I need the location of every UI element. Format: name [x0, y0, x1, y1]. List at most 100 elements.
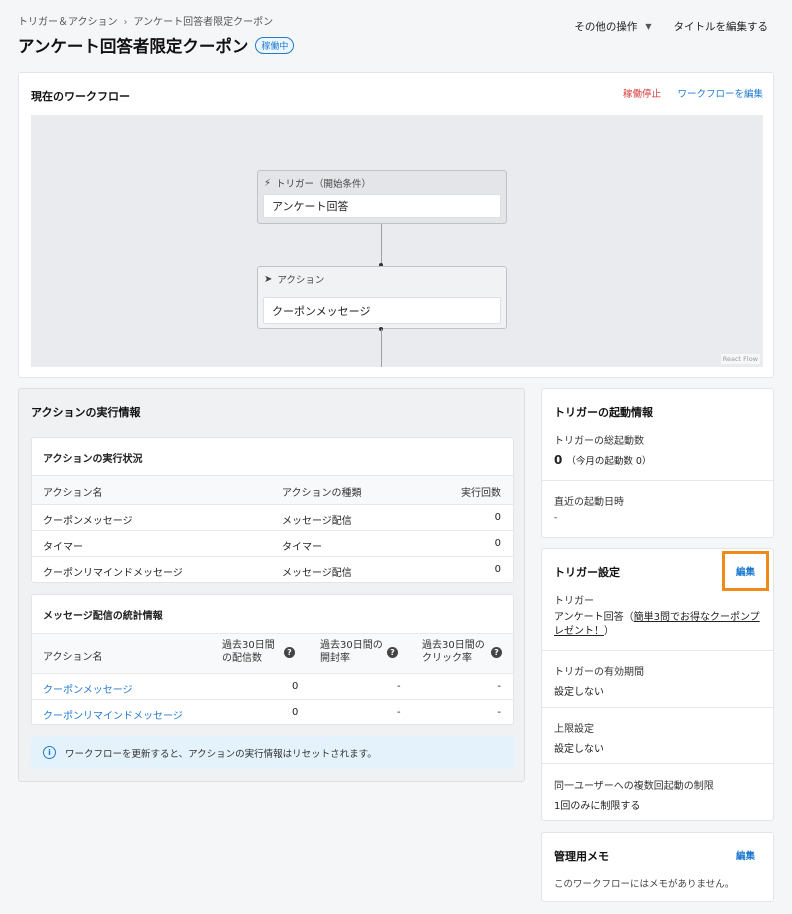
reset-notice-text: ワークフローを更新すると、アクションの実行情報はリセットされます。 — [65, 748, 377, 760]
action-node-header: ➤ アクション — [264, 272, 325, 287]
page-title-text: アンケート回答者限定クーポン — [18, 37, 249, 56]
cell-action-type: メッセージ配信 — [282, 516, 352, 527]
workflow-canvas[interactable]: ⚡ トリガー（開始条件） アンケート回答 ➤ アクション クーポンメッセージ R… — [31, 115, 763, 367]
memo-title: 管理用メモ — [554, 850, 609, 863]
trigger-node-value: アンケート回答 — [263, 194, 501, 218]
table-header-row: アクション名 アクションの種類 実行回数 — [32, 475, 513, 504]
divider — [542, 650, 773, 651]
workflow-card: 現在のワークフロー 稼働停止 ワークフローを編集 ⚡ トリガー（開始条件） アン… — [18, 72, 774, 378]
divider — [542, 480, 773, 481]
cell-action-type: タイマー — [282, 542, 322, 553]
col-action-type: アクションの種類 — [282, 488, 362, 499]
exec-status-card: アクションの実行状況 アクション名 アクションの種類 実行回数 クーポンメッセー… — [31, 437, 514, 583]
multi-trigger-value: 1回のみに制限する — [554, 801, 641, 812]
table-row: タイマー タイマー 0 — [32, 530, 513, 556]
memo-empty-text: このワークフローにはメモがありません。 — [554, 879, 735, 890]
cell-open-rate: - — [397, 707, 401, 718]
cell-exec-count: 0 — [494, 564, 501, 575]
page-title: アンケート回答者限定クーポン 稼働中 — [18, 33, 295, 57]
table-row: クーポンメッセージ メッセージ配信 0 — [32, 504, 513, 530]
trigger-label: トリガー — [554, 596, 594, 607]
message-stats-card: メッセージ配信の統計情報 アクション名 過去30日間 の配信数 ? 過去30日間の… — [31, 594, 514, 725]
action-link[interactable]: クーポンリマインドメッセージ — [43, 707, 183, 722]
divider — [542, 707, 773, 708]
edit-trigger-button[interactable]: 編集 — [736, 564, 755, 578]
breadcrumb-parent-link[interactable]: トリガー＆アクション — [18, 17, 118, 28]
action-link[interactable]: クーポンメッセージ — [43, 681, 133, 696]
trigger-settings-title: トリガー設定 — [554, 566, 620, 579]
edit-workflow-button[interactable]: ワークフローを編集 — [677, 86, 763, 100]
flow-edge — [381, 329, 382, 367]
survey-link[interactable]: 簡単3問でお得なクーポンプ — [634, 612, 760, 623]
recent-trigger-label: 直近の起動日時 — [554, 497, 624, 508]
status-badge: 稼働中 — [255, 36, 295, 54]
trigger-node-header-text: トリガー（開始条件） — [276, 179, 372, 190]
memo-card: 管理用メモ 編集 このワークフローにはメモがありません。 — [541, 832, 774, 902]
limit-label: 上限設定 — [554, 724, 594, 735]
other-ops-label: その他の操作 — [574, 21, 638, 33]
action-node-header-text: アクション — [277, 275, 325, 286]
cell-exec-count: 0 — [494, 512, 501, 523]
cell-exec-count: 0 — [494, 538, 501, 549]
table-row: クーポンリマインドメッセージ 0 - - — [32, 699, 513, 725]
validity-value: 設定しない — [554, 687, 604, 698]
lightning-icon: ⚡ — [264, 177, 272, 189]
cell-action-name: クーポンリマインドメッセージ — [43, 568, 183, 579]
action-node[interactable]: ➤ アクション クーポンメッセージ — [257, 266, 507, 329]
col-delivery-count: 過去30日間 の配信数 — [222, 640, 275, 664]
trigger-node[interactable]: ⚡ トリガー（開始条件） アンケート回答 — [257, 170, 507, 224]
trigger-value: アンケート回答（簡単3問でお得なクーポンプ レゼント！） — [554, 612, 760, 637]
trigger-node-header: ⚡ トリガー（開始条件） — [264, 176, 372, 191]
edit-memo-button[interactable]: 編集 — [736, 848, 755, 862]
react-flow-attribution[interactable]: React Flow — [720, 354, 760, 364]
workflow-title: 現在のワークフロー — [31, 90, 130, 103]
cell-action-name: タイマー — [43, 542, 83, 553]
validity-label: トリガーの有効期間 — [554, 667, 644, 678]
trigger-stats-title: トリガーの起動情報 — [554, 406, 653, 419]
trigger-settings-card: トリガー設定 編集 トリガー アンケート回答（簡単3問でお得なクーポンプ レゼント… — [541, 548, 774, 821]
cell-delivery-count: 0 — [292, 707, 299, 718]
limit-value: 設定しない — [554, 744, 604, 755]
action-node-value: クーポンメッセージ — [263, 297, 501, 324]
reset-notice: i ワークフローを更新すると、アクションの実行情報はリセットされます。 — [31, 736, 514, 769]
send-icon: ➤ — [264, 273, 273, 285]
total-triggers-value: 0 （今月の起動数 0） — [554, 453, 652, 467]
edit-title-button[interactable]: タイトルを編集する — [674, 19, 769, 34]
recent-trigger-value: - — [554, 513, 558, 523]
cell-action-name: クーポンメッセージ — [43, 516, 133, 527]
table-row: クーポンメッセージ 0 - - — [32, 673, 513, 699]
other-ops-dropdown[interactable]: その他の操作 ▼ — [574, 19, 651, 34]
help-icon[interactable]: ? — [491, 647, 502, 658]
breadcrumb: トリガー＆アクション › アンケート回答者限定クーポン — [18, 13, 273, 28]
trigger-stats-card: トリガーの起動情報 トリガーの総起動数 0 （今月の起動数 0） 直近の起動日時 … — [541, 388, 774, 538]
col-action-name: アクション名 — [43, 652, 103, 663]
help-icon[interactable]: ? — [284, 647, 295, 658]
chevron-down-icon: ▼ — [645, 22, 652, 31]
chevron-right-icon: › — [123, 17, 128, 28]
info-icon: i — [43, 746, 56, 759]
cell-click-rate: - — [497, 681, 501, 692]
cell-click-rate: - — [497, 707, 501, 718]
edit-title-label: タイトルを編集する — [673, 21, 769, 33]
divider — [542, 763, 773, 764]
survey-link[interactable]: レゼント！ — [554, 626, 604, 637]
message-stats-title: メッセージ配信の統計情報 — [43, 611, 163, 622]
multi-trigger-label: 同一ユーザーへの複数回起動の制限 — [554, 781, 714, 792]
table-row: クーポンリマインドメッセージ メッセージ配信 0 — [32, 556, 513, 582]
top-actions: その他の操作 ▼ タイトルを編集する — [574, 19, 768, 34]
col-exec-count: 実行回数 — [461, 488, 501, 499]
cell-open-rate: - — [397, 681, 401, 692]
total-triggers-label: トリガーの総起動数 — [554, 436, 644, 447]
exec-status-title: アクションの実行状況 — [43, 454, 143, 465]
stop-workflow-button[interactable]: 稼働停止 — [623, 86, 661, 100]
breadcrumb-current: アンケート回答者限定クーポン — [133, 17, 274, 28]
flow-edge — [381, 224, 382, 266]
col-click-rate: 過去30日間の クリック率 — [422, 640, 485, 664]
cell-delivery-count: 0 — [292, 681, 299, 692]
exec-info-title: アクションの実行情報 — [31, 406, 141, 419]
help-icon[interactable]: ? — [387, 647, 398, 658]
action-exec-info-panel: アクションの実行情報 アクションの実行状況 アクション名 アクションの種類 実行… — [18, 388, 525, 782]
cell-action-type: メッセージ配信 — [282, 568, 352, 579]
table-header-row: アクション名 過去30日間 の配信数 ? 過去30日間の 開封率 ? 過去30日間の… — [32, 633, 513, 673]
col-open-rate: 過去30日間の 開封率 — [320, 640, 383, 664]
